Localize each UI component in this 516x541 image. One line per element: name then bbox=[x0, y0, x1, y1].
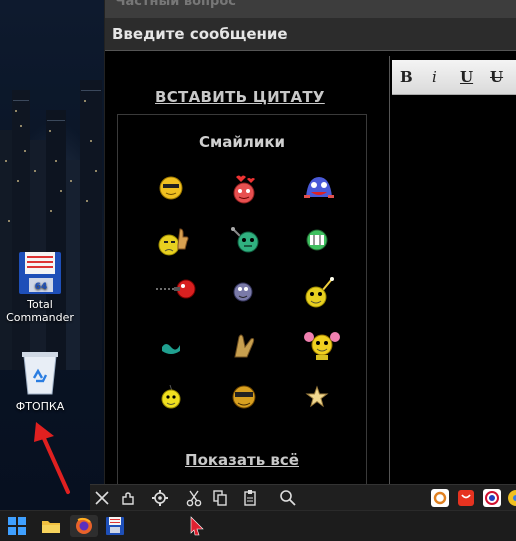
bold-button[interactable]: B bbox=[400, 68, 413, 86]
underline-button[interactable]: U bbox=[460, 68, 473, 86]
file-explorer-icon[interactable] bbox=[40, 515, 62, 537]
insert-quote-link[interactable]: ВСТАВИТЬ ЦИТАТУ bbox=[155, 88, 325, 106]
smiley-blue-creature[interactable] bbox=[284, 167, 357, 219]
strikethrough-button[interactable]: U bbox=[490, 68, 503, 86]
ozon-extension-icon[interactable] bbox=[430, 488, 450, 508]
smiley-cool[interactable] bbox=[138, 167, 211, 219]
editor-toolbar: B i U U bbox=[392, 60, 516, 95]
italic-button[interactable]: i bbox=[432, 68, 437, 86]
smiley-star[interactable] bbox=[284, 375, 357, 427]
red-pointer-app-icon[interactable] bbox=[186, 515, 208, 537]
smiley-in-love[interactable] bbox=[211, 167, 284, 219]
smiley-sunglasses-gold[interactable] bbox=[211, 375, 284, 427]
smilies-panel: Смайлики Показать всё bbox=[117, 114, 367, 494]
extension-icon[interactable] bbox=[118, 488, 138, 508]
floppy-disk-icon: 64 bbox=[17, 250, 63, 296]
rings-extension-icon[interactable] bbox=[482, 488, 502, 508]
recycle-bin-label: ФТОПКА bbox=[15, 400, 65, 413]
message-header: Введите сообщение bbox=[105, 18, 516, 50]
total-commander-taskbar-icon[interactable] bbox=[104, 515, 126, 537]
smiley-teal-blob[interactable] bbox=[138, 323, 211, 375]
gear-icon[interactable] bbox=[150, 488, 170, 508]
message-editor[interactable]: B i U U bbox=[389, 56, 516, 484]
recycle-bin-icon bbox=[18, 348, 62, 396]
smiley-thumb-up[interactable] bbox=[138, 219, 211, 271]
scissors-icon[interactable] bbox=[184, 488, 204, 508]
svg-text:64: 64 bbox=[35, 282, 48, 292]
show-all-smilies-link[interactable]: Показать всё bbox=[118, 451, 366, 469]
windows-taskbar bbox=[0, 510, 516, 541]
browser-toolbar bbox=[90, 484, 516, 511]
paste-icon[interactable] bbox=[240, 488, 260, 508]
smilies-grid bbox=[138, 167, 358, 427]
total-commander-shortcut[interactable]: 64 Total Commander bbox=[0, 250, 80, 324]
smiley-pigtails[interactable] bbox=[284, 323, 357, 375]
city-skyline bbox=[0, 80, 102, 370]
page-title-strip: Частный вопрос bbox=[105, 0, 516, 18]
smiley-green-grin[interactable] bbox=[284, 219, 357, 271]
smiley-green-antenna[interactable] bbox=[211, 219, 284, 271]
copy-icon[interactable] bbox=[210, 488, 230, 508]
smiley-wand[interactable] bbox=[284, 271, 357, 323]
shopping-bag-icon[interactable] bbox=[456, 488, 476, 508]
search-icon[interactable] bbox=[278, 488, 298, 508]
smilies-title: Смайлики bbox=[198, 133, 286, 151]
total-commander-label: Total Commander bbox=[6, 298, 74, 324]
smiley-red-shooter[interactable] bbox=[138, 271, 211, 323]
red-arrow-annotation bbox=[34, 422, 70, 494]
forum-page: Частный вопрос Введите сообщение ВСТАВИТ… bbox=[104, 0, 516, 494]
windows-start-icon[interactable] bbox=[6, 515, 28, 537]
smiley-yellow-small[interactable] bbox=[138, 375, 211, 427]
close-icon[interactable] bbox=[92, 488, 112, 508]
firefox-icon[interactable] bbox=[70, 515, 98, 537]
recycle-bin-shortcut[interactable]: ФТОПКА bbox=[0, 348, 80, 413]
smiley-clapping-hands[interactable] bbox=[211, 323, 284, 375]
smiley-grey-ball[interactable] bbox=[211, 271, 284, 323]
chrome-icon[interactable] bbox=[506, 488, 516, 508]
